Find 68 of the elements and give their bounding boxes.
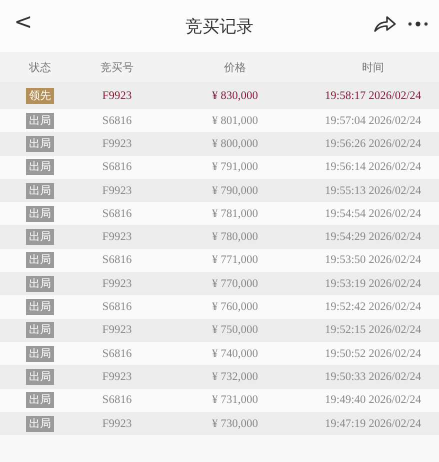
bid-time: 19:47:19 2026/02/24: [324, 418, 422, 430]
bid-time: 19:56:14 2026/02/24: [324, 161, 422, 174]
bid-number: F9923: [101, 418, 133, 430]
price: ¥ 760,000: [211, 301, 259, 314]
bid-time: 19:56:26 2026/02/24: [324, 138, 422, 150]
bid-time: 19:53:50 2026/02/24: [324, 254, 422, 266]
column-header: 价格: [223, 60, 247, 74]
price: ¥ 790,000: [211, 184, 259, 197]
more-icon[interactable]: [407, 21, 429, 27]
bid-number: S6816: [101, 301, 133, 314]
status-badge: 出局: [26, 276, 54, 292]
price: ¥ 781,000: [211, 208, 259, 220]
status-badge: 出局: [26, 392, 54, 408]
status-badge: 出局: [26, 136, 54, 152]
status-badge: 出局: [26, 252, 54, 268]
bid-number: F9923: [101, 370, 133, 383]
price: ¥ 830,000: [211, 90, 259, 102]
bid-time: 19:50:52 2026/02/24: [324, 348, 422, 360]
price: ¥ 801,000: [211, 114, 259, 127]
bid-number: F9923: [101, 184, 133, 197]
bid-time: 19:58:17 2026/02/24: [324, 90, 422, 102]
bid-number: F9923: [101, 138, 133, 150]
price: ¥ 800,000: [211, 138, 259, 150]
bid-number: S6816: [101, 394, 133, 406]
status-badge: 领先: [26, 88, 54, 104]
bid-number: S6816: [101, 114, 133, 127]
bid-time: 19:57:04 2026/02/24: [324, 114, 422, 127]
column-header: 竞买号: [100, 60, 134, 74]
price: ¥ 750,000: [211, 324, 259, 336]
status-badge: 出局: [26, 299, 54, 316]
price: ¥ 732,000: [211, 370, 259, 383]
bid-number: S6816: [101, 348, 133, 360]
bid-number: S6816: [101, 161, 133, 174]
bid-time: 19:52:42 2026/02/24: [324, 301, 422, 314]
price: ¥ 771,000: [211, 254, 259, 266]
column-header: 时间: [361, 60, 385, 74]
bid-time: 19:54:54 2026/02/24: [324, 208, 422, 220]
price: ¥ 731,000: [211, 394, 259, 406]
page-title: 竞买记录: [186, 16, 254, 38]
bid-number: F9923: [101, 231, 133, 244]
bid-time: 19:53:19 2026/02/24: [324, 278, 422, 290]
price: ¥ 780,000: [211, 231, 259, 244]
status-badge: 出局: [26, 322, 54, 338]
bid-time: 19:49:40 2026/02/24: [324, 394, 422, 406]
bid-number: S6816: [101, 208, 133, 220]
status-badge: 出局: [26, 159, 54, 176]
price: ¥ 770,000: [211, 278, 259, 290]
price: ¥ 740,000: [211, 348, 259, 360]
status-badge: 出局: [26, 182, 54, 199]
bid-time: 19:54:29 2026/02/24: [324, 231, 422, 244]
bid-number: F9923: [101, 278, 133, 290]
bid-time: 19:50:33 2026/02/24: [324, 370, 422, 383]
price: ¥ 730,000: [211, 418, 259, 430]
status-badge: 出局: [26, 346, 54, 362]
status-badge: 出局: [26, 206, 54, 222]
bid-time: 19:52:15 2026/02/24: [324, 324, 422, 336]
back-button[interactable]: <: [10, 10, 36, 35]
status-badge: 出局: [26, 112, 54, 129]
bid-number: S6816: [101, 254, 133, 266]
status-badge: 出局: [26, 368, 54, 385]
status-badge: 出局: [26, 416, 54, 432]
bid-time: 19:55:13 2026/02/24: [324, 184, 422, 197]
bid-number: F9923: [101, 324, 133, 336]
bid-number: F9923: [101, 90, 133, 102]
column-header: 状态: [28, 60, 52, 74]
share-icon[interactable]: [373, 14, 397, 34]
price: ¥ 791,000: [211, 161, 259, 174]
status-badge: 出局: [26, 229, 54, 246]
